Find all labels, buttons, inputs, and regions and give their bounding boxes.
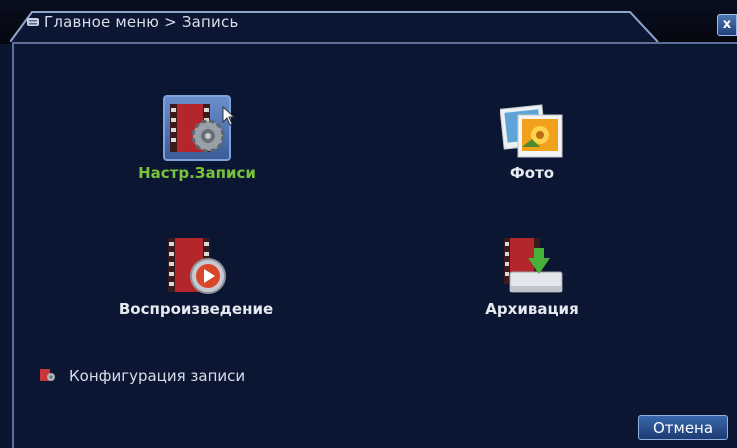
record-settings-icon	[168, 100, 228, 160]
menu-item-record-settings[interactable]: Настр.Записи	[120, 164, 274, 182]
menu-item-playback[interactable]: Воспроизведение	[105, 300, 287, 318]
photo-label: Фото	[509, 164, 555, 182]
close-button[interactable]: x	[717, 14, 737, 36]
playback-label: Воспроизведение	[118, 300, 274, 318]
menu-panel	[12, 42, 737, 448]
title-bar: Главное меню > Запись x	[0, 0, 737, 44]
record-menu-window: Главное меню > Запись x Настр.Записи Фот…	[0, 0, 737, 448]
record-config-icon	[40, 369, 55, 381]
backup-label: Архивация	[485, 300, 579, 318]
photo-icon	[499, 103, 564, 165]
breadcrumb: Главное меню > Запись	[44, 13, 239, 31]
record-config-label[interactable]: Конфигурация записи	[69, 367, 245, 385]
record-config-row[interactable]	[40, 367, 56, 386]
menu-item-backup[interactable]: Архивация	[460, 300, 604, 318]
menu-item-photo[interactable]: Фото	[460, 164, 604, 182]
cancel-button[interactable]: Отмена	[638, 415, 728, 440]
mouse-cursor-icon	[222, 106, 236, 126]
playback-icon	[166, 236, 230, 300]
menu-icon	[27, 18, 39, 26]
backup-icon	[502, 236, 564, 300]
record-settings-label: Настр.Записи	[138, 164, 256, 182]
